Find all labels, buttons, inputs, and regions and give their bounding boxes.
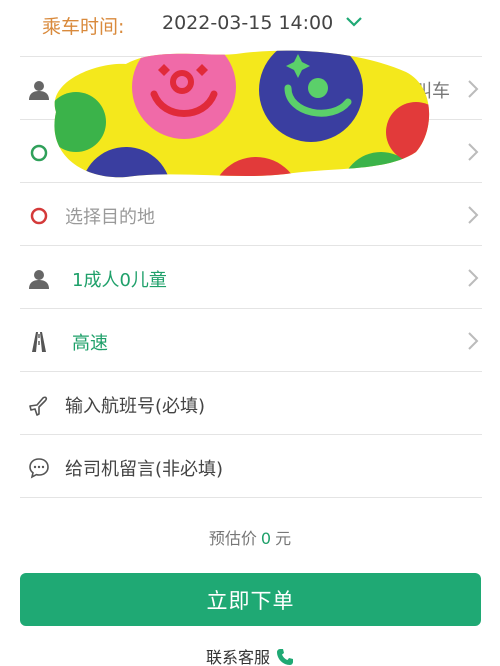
route-type-row[interactable]: 高速 [20,308,482,371]
destination-placeholder: 选择目的地 [65,207,155,228]
ride-time-bar[interactable]: 乘车时间: 2022-03-15 14:00 [0,0,500,52]
destination-circle-icon [30,207,48,225]
driver-message-row[interactable]: 给司机留言(非必填) [20,434,482,497]
passenger-count-value: 1成人0儿童 [72,270,167,291]
passenger-count-row[interactable]: 1成人0儿童 [20,245,482,308]
chevron-right-icon [468,206,479,224]
chevron-right-icon [468,80,479,98]
chevron-right-icon [468,269,479,287]
passenger-row[interactable]: 曹世 替他人叫车 [20,56,482,119]
origin-row[interactable] [20,119,482,182]
plane-icon [29,396,48,416]
estimate-label: 预估价 [208,529,257,548]
chevron-down-icon[interactable] [344,12,364,32]
route-type-value: 高速 [72,333,108,354]
chat-bubble-icon [29,458,49,479]
destination-row[interactable]: 选择目的地 [20,182,482,245]
highway-icon [32,332,46,352]
chevron-right-icon [468,143,479,161]
ride-time-label: 乘车时间: [42,16,125,38]
flight-number-row[interactable]: 输入航班号(必填) [20,371,482,434]
driver-message-input[interactable]: 给司机留言(非必填) [65,455,223,481]
person-icon [29,270,49,289]
passenger-name: 曹世 [76,81,112,102]
flight-number-input[interactable]: 输入航班号(必填) [65,392,205,418]
contact-service-link[interactable]: 联系客服 [0,644,500,666]
person-icon [29,81,49,100]
estimate-unit: 元 [275,529,292,548]
order-now-button[interactable]: 立即下单 [20,573,481,626]
price-estimate: 预估价 0 元 [0,525,500,549]
phone-icon [277,649,293,665]
ride-time-value[interactable]: 2022-03-15 14:00 [162,12,333,34]
contact-service-label: 联系客服 [205,648,270,666]
origin-circle-icon [30,144,48,162]
estimate-value: 0 [260,529,272,548]
call-for-others-link[interactable]: 替他人叫车 [360,77,450,103]
divider [20,497,482,498]
chevron-right-icon [468,332,479,350]
